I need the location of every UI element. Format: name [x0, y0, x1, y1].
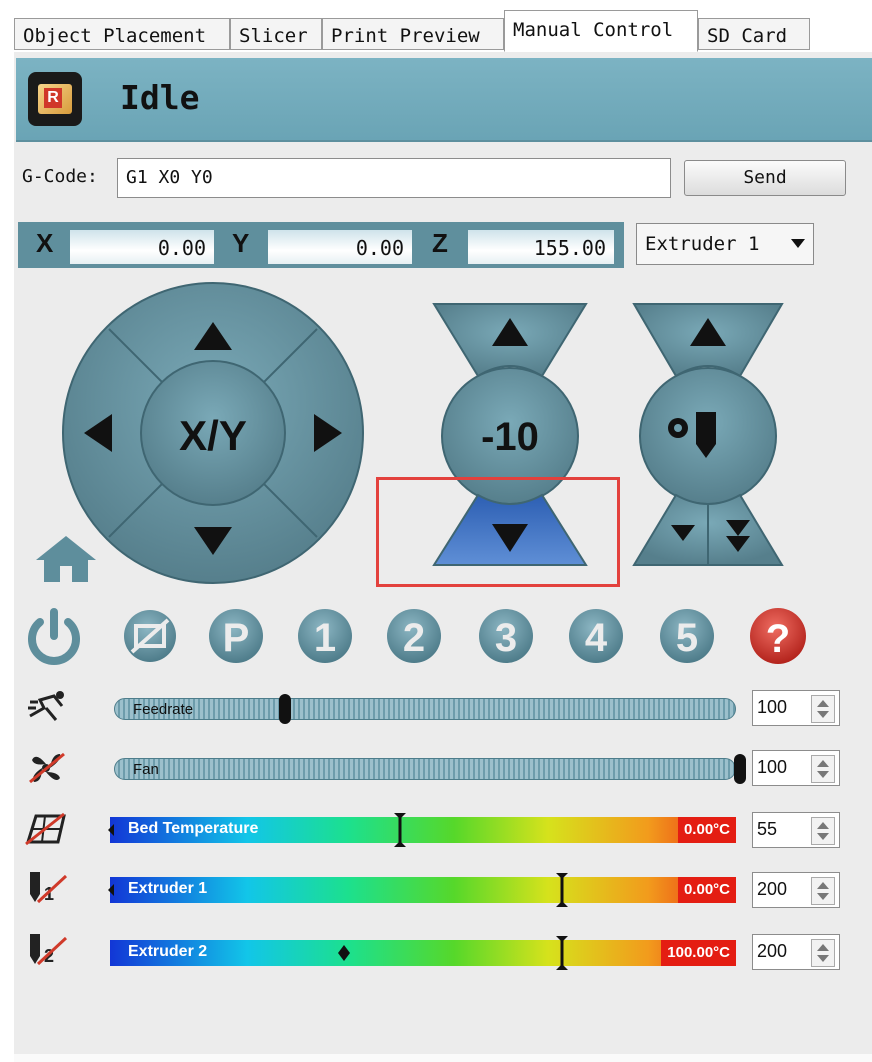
feedrate-thumb[interactable] — [279, 694, 291, 724]
bed-temperature-spinner[interactable]: 55 — [752, 812, 840, 848]
preset-1-icon[interactable]: 1 — [298, 609, 352, 663]
runner-icon — [26, 690, 70, 731]
extruder1-temperature-reading: 0.00°C — [677, 877, 736, 903]
park-icon[interactable]: P — [209, 609, 263, 663]
fan-spin-buttons[interactable] — [811, 755, 835, 783]
power-icon[interactable] — [28, 608, 80, 665]
help-icon[interactable]: ? — [750, 608, 806, 664]
preset-3-glyph: 3 — [495, 616, 517, 660]
fan-value: 100 — [757, 757, 788, 777]
fan-spinner[interactable]: 100 — [752, 750, 840, 786]
fan-label: Fan — [133, 761, 159, 778]
extruder1-temperature-spinner[interactable]: 200 — [752, 872, 840, 908]
preset-4-icon[interactable]: 4 — [569, 609, 623, 663]
feedrate-value: 100 — [757, 697, 788, 717]
preset-1-glyph: 1 — [314, 616, 336, 660]
extruder1-temperature-markers — [108, 873, 568, 907]
preset-3-icon[interactable]: 3 — [479, 609, 533, 663]
bed-temperature-reading: 0.00°C — [677, 817, 736, 843]
preset-2-icon[interactable]: 2 — [387, 609, 441, 663]
bed-temperature-spin-buttons[interactable] — [811, 817, 835, 845]
bed-temperature-markers — [108, 813, 406, 847]
no-motors-icon[interactable] — [124, 610, 176, 662]
feedrate-spinner[interactable]: 100 — [752, 690, 840, 726]
preset-2-glyph: 2 — [403, 616, 425, 660]
preset-5-glyph: 5 — [676, 616, 698, 660]
extruder1-temperature-target: 200 — [757, 879, 788, 899]
preset-4-glyph: 4 — [585, 616, 608, 660]
bed-off-icon — [24, 812, 68, 853]
preset-5-icon[interactable]: 5 — [660, 609, 714, 663]
extruder2-temperature-markers — [338, 936, 568, 970]
extruder2-temperature-target: 200 — [757, 941, 788, 961]
extruder1-spin-buttons[interactable] — [811, 877, 835, 905]
park-glyph: P — [223, 616, 250, 660]
feedrate-label: Feedrate — [133, 701, 194, 718]
fan-off-icon — [28, 750, 68, 793]
bed-temperature-target: 55 — [757, 819, 778, 839]
help-glyph: ? — [766, 617, 790, 661]
feedrate-slider[interactable]: Feedrate — [114, 698, 736, 720]
fan-thumb[interactable] — [734, 754, 746, 784]
extruder2-temperature-spinner[interactable]: 200 — [752, 934, 840, 970]
extruder2-off-icon: 2 — [26, 932, 70, 975]
extruder1-off-icon: 1 — [26, 870, 70, 913]
feedrate-spin-buttons[interactable] — [811, 695, 835, 723]
extruder2-spin-buttons[interactable] — [811, 939, 835, 967]
extruder2-temperature-reading: 100.00°C — [661, 940, 736, 966]
fan-slider[interactable]: Fan — [114, 758, 736, 780]
